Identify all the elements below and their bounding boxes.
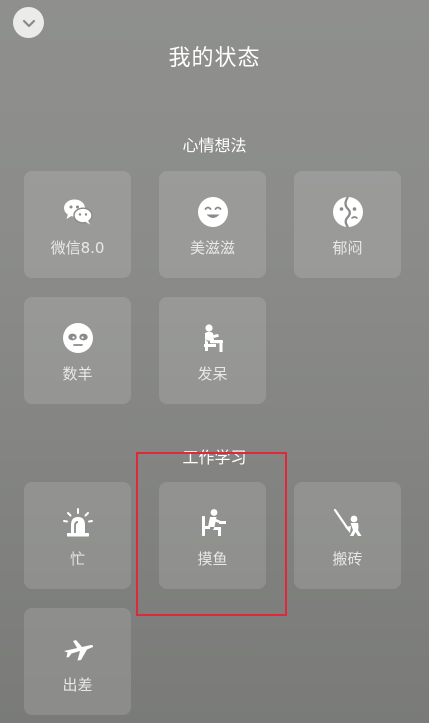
tile-label: 出差 (62, 676, 93, 694)
airplane-icon (61, 632, 95, 666)
status-tile-wechat[interactable]: 微信8.0 (24, 171, 131, 278)
tile-label: 郁闷 (332, 239, 363, 257)
tile-label: 数羊 (62, 365, 93, 383)
smiley-icon (196, 195, 230, 229)
chevron-down-icon (22, 19, 35, 27)
tile-label: 忙 (69, 550, 85, 568)
status-tile-happy[interactable]: 美滋滋 (159, 171, 266, 278)
siren-icon (61, 506, 95, 540)
status-tile-business-trip[interactable]: 出差 (24, 608, 131, 715)
section-title-mood: 心情想法 (182, 136, 247, 155)
daze-icon (196, 321, 230, 355)
status-tile-gloomy[interactable]: 郁闷 (294, 171, 401, 278)
status-tile-counting-sheep[interactable]: 数羊 (24, 297, 131, 404)
page-title: 我的状态 (168, 46, 261, 71)
tile-label: 微信8.0 (50, 239, 105, 257)
collapse-button[interactable] (13, 7, 44, 38)
status-tile-busy[interactable]: 忙 (24, 482, 131, 589)
tile-label: 发呆 (197, 365, 228, 383)
sheep-icon (61, 321, 95, 355)
shovel-worker-icon (331, 506, 365, 540)
tile-label: 搬砖 (332, 550, 363, 568)
tile-label: 美滋滋 (189, 239, 235, 257)
gloomy-icon (331, 195, 365, 229)
status-tile-grinding[interactable]: 搬砖 (294, 482, 401, 589)
status-tile-daze[interactable]: 发呆 (159, 297, 266, 404)
wechat-icon (61, 195, 95, 229)
highlight-box (136, 452, 287, 616)
